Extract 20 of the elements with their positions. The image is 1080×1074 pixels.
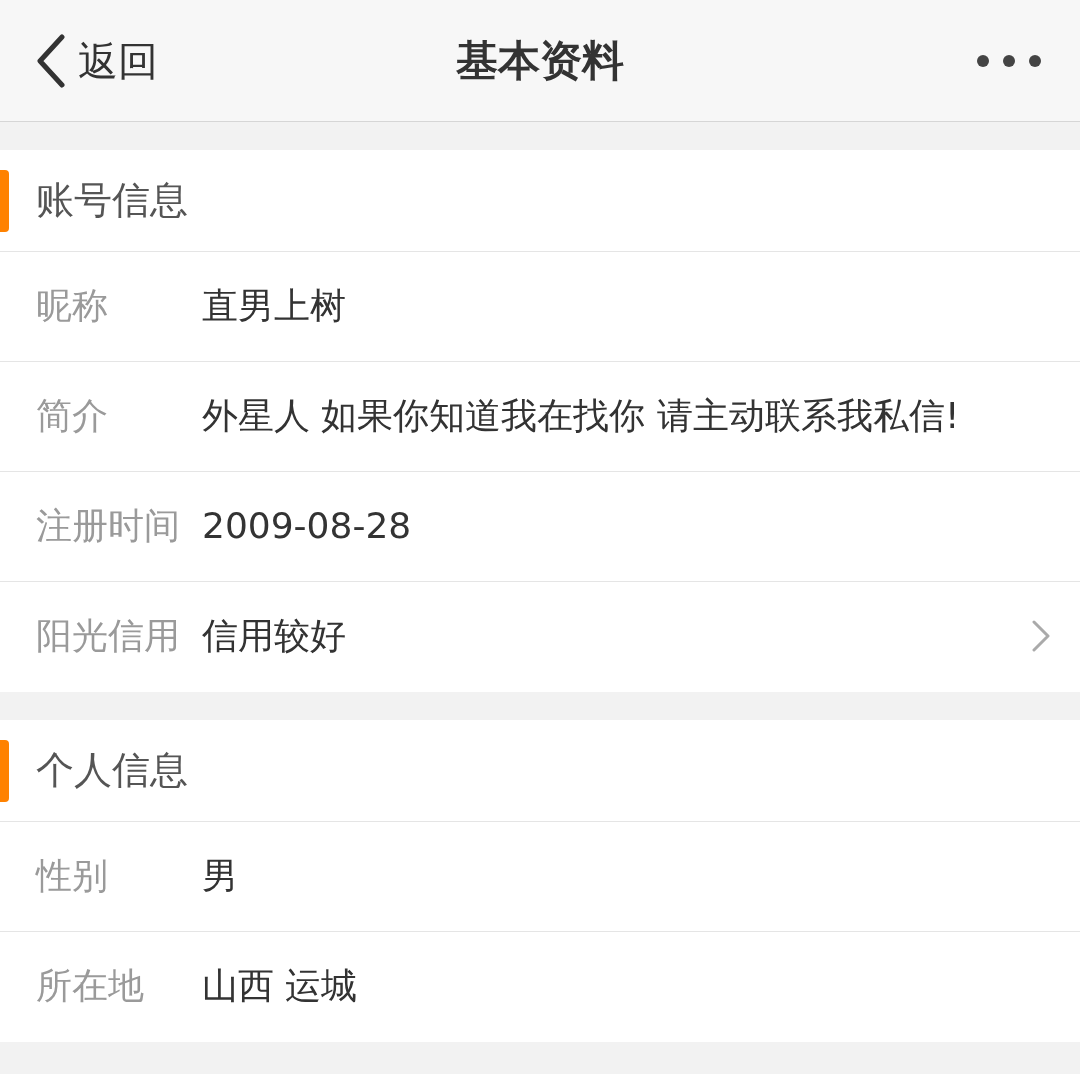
field-value: 外星人 如果你知道我在找你 请主动联系我私信!: [202, 394, 961, 438]
field-label: 性别: [36, 854, 109, 898]
field-value: 男: [202, 854, 239, 898]
field-value: 山西 运城: [202, 964, 359, 1008]
field-label: 阳光信用: [36, 614, 181, 658]
back-button[interactable]: 返回: [0, 30, 158, 91]
field-label: 简介: [36, 394, 109, 438]
section-accent-bar: [0, 739, 9, 802]
field-value: 直男上树: [202, 284, 347, 328]
back-chevron-icon: [36, 33, 66, 88]
field-label: 昵称: [36, 284, 109, 328]
section-accent-bar: [0, 169, 9, 232]
section-title: 账号信息: [36, 177, 188, 224]
field-label: 所在地: [36, 964, 145, 1008]
field-value: 信用较好: [202, 614, 347, 658]
section-title: 个人信息: [36, 747, 188, 794]
more-icon[interactable]: [976, 53, 1042, 68]
field-label: 注册时间: [36, 504, 181, 548]
field-value: 2009-08-28: [202, 504, 413, 548]
page-title: 基本资料: [456, 35, 624, 87]
